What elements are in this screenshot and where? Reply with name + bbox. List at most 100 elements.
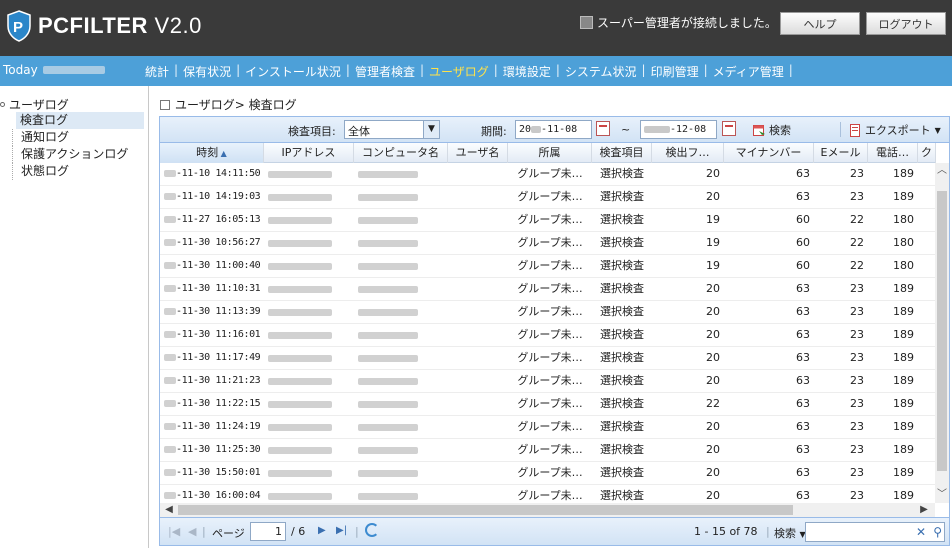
table-cell: [264, 232, 354, 254]
table-row[interactable]: -11-30 11:22:15 グループ未… 選択検査 22 63 23 189: [160, 393, 935, 416]
period-label: 期間:: [481, 125, 507, 138]
column-header[interactable]: ユーザ名: [448, 143, 508, 163]
clear-icon[interactable]: ✕: [916, 525, 926, 539]
table-cell: [354, 255, 448, 277]
search-button[interactable]: 検索: [753, 122, 791, 138]
column-header[interactable]: ク: [918, 143, 936, 163]
table-cell: [354, 416, 448, 438]
column-header[interactable]: マイナンバー: [724, 143, 814, 163]
horizontal-scroll-thumb[interactable]: [178, 505, 793, 515]
table-cell: [918, 163, 935, 185]
pcfilter-logo-icon: P: [7, 10, 31, 42]
menu-item[interactable]: ユーザログ: [429, 63, 489, 80]
table-cell: [448, 301, 508, 323]
column-header[interactable]: 所属: [508, 143, 592, 163]
redacted-text: [164, 215, 176, 223]
table-row[interactable]: -11-30 11:10:31 グループ未… 選択検査 20 63 23 189: [160, 278, 935, 301]
table-row[interactable]: -11-30 10:56:27 グループ未… 選択検査 19 60 22 180: [160, 232, 935, 255]
menu-item[interactable]: 統計: [145, 63, 169, 80]
tree-root-user-log[interactable]: ユーザログ: [0, 96, 144, 112]
table-cell: -11-30 11:25:30: [160, 439, 264, 461]
table-row[interactable]: -11-30 11:16:01 グループ未… 選択検査 20 63 23 189: [160, 324, 935, 347]
calendar-icon[interactable]: [596, 121, 610, 136]
table-row[interactable]: -11-30 15:50:01 グループ未… 選択検査 20 63 23 189: [160, 462, 935, 485]
menu-item[interactable]: インストール状況: [245, 63, 341, 80]
search-icon[interactable]: ⚲: [933, 525, 942, 539]
first-page-icon[interactable]: |◀: [168, 525, 180, 538]
refresh-icon[interactable]: [365, 523, 379, 537]
table-cell: [264, 209, 354, 231]
table-cell: 20: [706, 351, 720, 364]
menu-item[interactable]: システム状況: [565, 63, 637, 80]
column-header[interactable]: 検査項目: [592, 143, 652, 163]
table-row[interactable]: -11-30 16:00:04 グループ未… 選択検査 20 63 23 189: [160, 485, 935, 503]
column-header[interactable]: Eメール: [814, 143, 868, 163]
grid-toolbar: 検査項目: 全体 ▼ 期間: 20 -11-08 ~ -12-08 検索 エクス…: [160, 117, 949, 143]
redacted-text: [268, 262, 332, 270]
table-cell: 20: [706, 489, 720, 502]
menu-item[interactable]: メディア管理: [713, 63, 784, 80]
menu-item[interactable]: 印刷管理: [651, 63, 699, 80]
table-cell: [354, 209, 448, 231]
last-page-icon[interactable]: ▶|: [336, 525, 347, 536]
chevron-down-icon[interactable]: ▼: [423, 121, 439, 138]
next-page-icon[interactable]: ▶: [318, 525, 326, 536]
help-button[interactable]: ヘルプ: [780, 12, 860, 35]
scroll-left-icon[interactable]: ◀: [162, 503, 176, 517]
redacted-text: [358, 308, 418, 316]
table-row[interactable]: -11-30 11:13:39 グループ未… 選択検査 20 63 23 189: [160, 301, 935, 324]
table-row[interactable]: -11-30 11:21:23 グループ未… 選択検査 20 63 23 189: [160, 370, 935, 393]
redacted-text: [358, 331, 418, 339]
table-cell: 189: [893, 397, 914, 410]
table-row[interactable]: -11-10 14:19:03 グループ未… 選択検査 20 63 23 189: [160, 186, 935, 209]
main-menu: 統計 | 保有状況 | インストール状況 | 管理者検査 | ユーザログ | 環境設定 | システム状況…: [145, 63, 798, 80]
scroll-right-icon[interactable]: ▶: [917, 503, 931, 517]
sidebar-item-protection-action-log[interactable]: 保護アクションログ: [12, 146, 140, 163]
logout-button[interactable]: ログアウト: [866, 12, 946, 35]
table-row[interactable]: -11-10 14:11:50 グループ未… 選択検査 20 63 23 189: [160, 163, 935, 186]
table-cell: [354, 301, 448, 323]
date-to-input[interactable]: -12-08: [640, 120, 717, 139]
page-number-input[interactable]: 1: [250, 522, 286, 541]
scroll-down-icon[interactable]: ﹀: [935, 487, 949, 503]
prev-page-icon[interactable]: ◀: [188, 525, 196, 538]
menu-item[interactable]: 保有状況: [183, 63, 231, 80]
table-cell: [918, 255, 935, 277]
export-icon: [850, 123, 860, 137]
table-row[interactable]: -11-27 16:05:13 グループ未… 選択検査 19 60 22 180: [160, 209, 935, 232]
table-row[interactable]: -11-30 11:24:19 グループ未… 選択検査 20 63 23 189: [160, 416, 935, 439]
table-cell: 選択検査: [600, 282, 644, 295]
redacted-text: [358, 285, 418, 293]
column-header[interactable]: 時刻 ▲: [160, 143, 264, 163]
vertical-scroll-thumb[interactable]: [937, 191, 947, 471]
table-cell: [354, 485, 448, 503]
table-cell: 189: [893, 466, 914, 479]
sidebar-item-status-log[interactable]: 状態ログ: [12, 163, 140, 180]
sidebar-item-inspection-log[interactable]: 検査ログ: [16, 112, 144, 129]
table-cell: 19: [706, 236, 720, 249]
column-header[interactable]: コンピュータ名: [354, 143, 448, 163]
column-header[interactable]: 電話…: [868, 143, 918, 163]
column-header[interactable]: IPアドレス: [264, 143, 354, 163]
sidebar-item-notification-log[interactable]: 通知ログ: [12, 129, 140, 146]
table-row[interactable]: -11-30 11:25:30 グループ未… 選択検査 20 63 23 189: [160, 439, 935, 462]
horizontal-scrollbar[interactable]: ◀ ▶: [160, 503, 935, 517]
table-cell: 20: [706, 190, 720, 203]
redacted-text: [268, 239, 332, 247]
column-header[interactable]: 検出フ…: [652, 143, 724, 163]
calendar-icon[interactable]: [722, 121, 736, 136]
vertical-scrollbar[interactable]: ︿ ﹀: [935, 163, 949, 503]
pager-search-input[interactable]: ✕ ⚲: [805, 522, 945, 542]
scroll-up-icon[interactable]: ︿: [935, 163, 949, 179]
menu-separator: |: [236, 63, 241, 77]
inspection-item-select[interactable]: 全体 ▼: [344, 120, 440, 139]
export-button[interactable]: エクスポート ▼: [849, 122, 941, 138]
table-row[interactable]: -11-30 11:17:49 グループ未… 選択検査 20 63 23 189: [160, 347, 935, 370]
redacted-text: [164, 445, 176, 453]
table-cell: [354, 278, 448, 300]
table-row[interactable]: -11-30 11:00:40 グループ未… 選択検査 19 60 22 180: [160, 255, 935, 278]
date-from-input[interactable]: 20 -11-08: [515, 120, 592, 139]
pager-search-label[interactable]: 検索 ▼: [774, 525, 806, 541]
menu-item[interactable]: 環境設定: [503, 63, 551, 80]
menu-item[interactable]: 管理者検査: [355, 63, 415, 80]
